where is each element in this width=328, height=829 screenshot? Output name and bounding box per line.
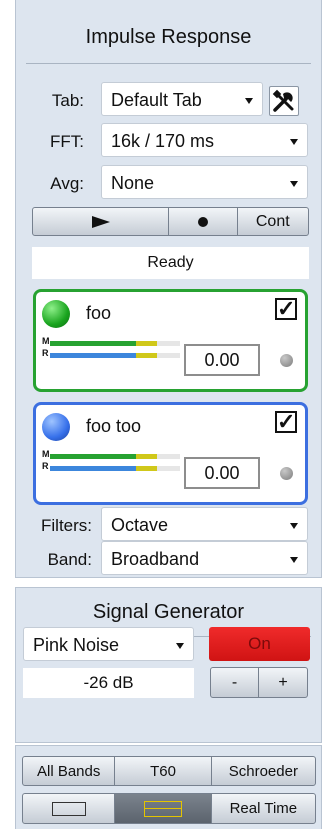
status-display: Ready [32,247,309,279]
meter-m-label: M [42,336,50,346]
fft-dropdown-value: 16k / 170 ms [111,131,215,151]
impulse-response-panel: Impulse Response Tab: Default Tab FFT: 1… [15,0,322,578]
channel-name: foo too [86,416,142,436]
display-modes-panel: All Bands T60 Schroeder Real Time [15,745,322,829]
filters-dropdown[interactable]: Octave [101,507,308,541]
generator-on-button[interactable]: On [209,627,310,661]
continuous-button[interactable]: Cont [238,208,308,235]
transport-controls: Cont [32,207,309,236]
band-label: Band: [47,550,92,569]
chevron-down-icon [290,557,298,563]
chevron-down-icon [290,181,298,187]
record-button[interactable] [169,208,238,235]
channel-enable-checkbox[interactable]: ✓ [275,298,297,320]
increase-level-button[interactable]: + [259,668,307,697]
chevron-down-icon [290,523,298,529]
meter-r [50,466,180,471]
plain-view-button[interactable] [23,794,116,823]
avg-dropdown-value: None [111,173,155,193]
band-dropdown[interactable]: Broadband [101,541,308,575]
all-bands-button[interactable]: All Bands [23,757,116,785]
band-view-button[interactable] [115,794,212,823]
schroeder-button[interactable]: Schroeder [212,757,315,785]
filters-dropdown-value: Octave [111,515,169,535]
channel-color-indicator[interactable] [42,300,70,328]
meter-m-label: M [42,449,50,459]
record-icon [197,216,208,227]
fft-dropdown[interactable]: 16k / 170 ms [101,123,308,157]
meter-r [50,353,180,358]
level-stepper: - + [210,667,308,698]
rectangle-icon [51,801,86,816]
band-dropdown-value: Broadband [111,549,200,569]
view-mode-selector: Real Time [22,793,316,824]
decrease-level-button[interactable]: - [211,668,260,697]
band-icon [144,800,183,817]
channel-name: foo [86,303,112,323]
real-time-button[interactable]: Real Time [212,794,315,823]
t60-button[interactable]: T60 [115,757,212,785]
signal-generator-panel: Signal Generator Pink Noise On -26 dB - … [15,587,322,743]
signal-generator-title: Signal Generator [92,601,245,623]
meter-m [50,341,180,346]
channel-card-foo[interactable]: foo ✓ M R 0.00 [33,289,308,392]
channel-enable-checkbox[interactable]: ✓ [275,411,297,433]
tab-dropdown-value: Default Tab [111,90,202,110]
avg-dropdown[interactable]: None [101,165,308,199]
status-led [280,354,293,367]
signal-type-dropdown[interactable]: Pink Noise [23,627,194,661]
generator-level-display: -26 dB [23,668,194,698]
tools-icon[interactable] [269,86,299,116]
meter-m [50,454,180,459]
status-led [280,467,293,480]
play-icon [91,215,110,228]
signal-type-value: Pink Noise [33,635,120,655]
channel-card-foo-too[interactable]: foo too ✓ M R 0.00 [33,402,308,505]
chevron-down-icon [176,643,184,649]
meter-r-label: R [42,348,49,358]
meter-r-label: R [42,461,49,471]
fft-label: FFT: [50,132,84,151]
channel-value-field[interactable]: 0.00 [184,344,260,376]
filters-label: Filters: [41,516,92,535]
impulse-response-title: Impulse Response [85,26,252,48]
tab-label: Tab: [51,91,84,110]
channel-value-field[interactable]: 0.00 [184,457,260,489]
channel-color-indicator[interactable] [42,413,70,441]
tab-dropdown[interactable]: Default Tab [101,82,263,116]
avg-label: Avg: [50,174,84,193]
chevron-down-icon [290,139,298,145]
title-divider [26,63,311,64]
analysis-mode-selector: All Bands T60 Schroeder [22,756,316,786]
play-button[interactable] [33,208,170,235]
chevron-down-icon [245,98,253,104]
